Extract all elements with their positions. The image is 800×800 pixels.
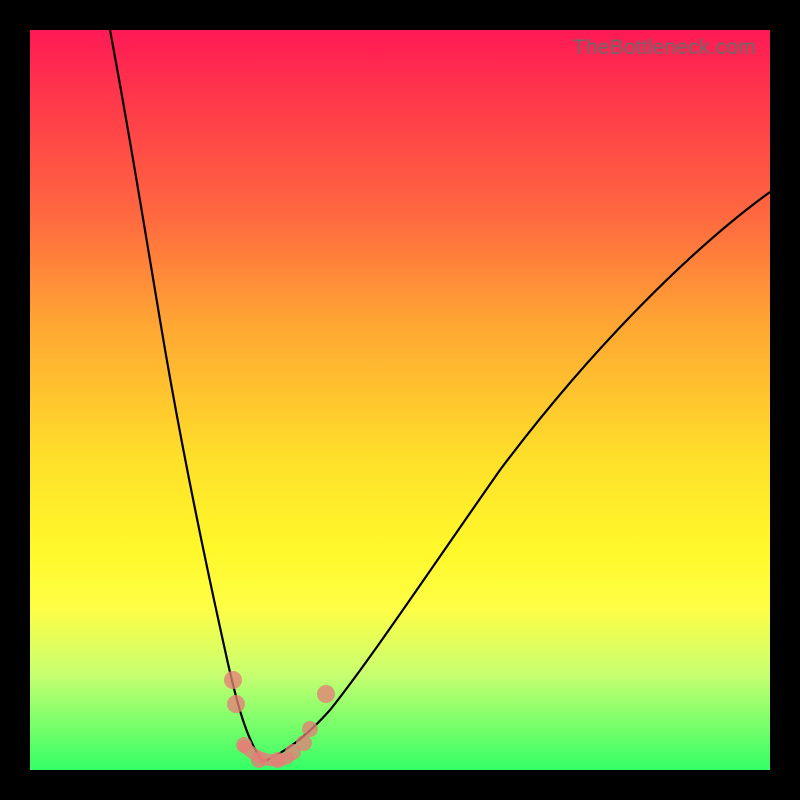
chart-plot-area: TheBottleneck.com: [30, 30, 770, 770]
marker-dot: [251, 752, 267, 768]
marker-dot: [302, 721, 318, 737]
marker-dot: [296, 735, 312, 751]
right-branch-curve: [263, 192, 770, 762]
left-branch-curve: [110, 30, 263, 762]
marker-dot: [317, 685, 335, 703]
marker-layer: [224, 671, 335, 768]
curve-layer: [110, 30, 770, 762]
marker-dot: [270, 752, 286, 768]
chart-svg: [30, 30, 770, 770]
marker-dot: [227, 695, 245, 713]
marker-dot: [224, 671, 242, 689]
